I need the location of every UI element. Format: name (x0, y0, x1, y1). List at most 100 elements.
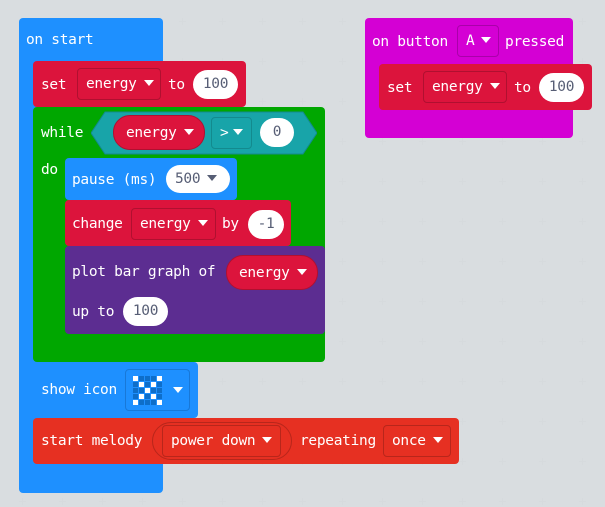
grid-cross (379, 258, 386, 265)
grid-cross (459, 178, 466, 185)
pause-value-dropdown[interactable]: 500 (166, 165, 230, 193)
led-off (139, 376, 144, 381)
grid-cross (419, 298, 426, 305)
button-variable-value: energy (432, 79, 483, 95)
dropdown-arrow-icon (489, 83, 500, 89)
dropdown-arrow-icon (233, 129, 244, 135)
led-off (139, 400, 144, 405)
button-value: A (466, 33, 475, 49)
variable-dropdown[interactable]: energy (77, 68, 161, 100)
led-on (133, 376, 138, 381)
grid-cross (259, 498, 266, 505)
led-off (145, 382, 150, 387)
do-keyword: do (41, 162, 58, 178)
on-button-prefix: on button (372, 34, 448, 50)
grid-cross (499, 498, 506, 505)
led-off (145, 394, 150, 399)
button-to-keyword: to (514, 80, 531, 96)
grid-cross (339, 218, 346, 225)
grid-cross (219, 18, 226, 25)
grid-cross (139, 498, 146, 505)
icon-dropdown[interactable] (125, 369, 190, 411)
grid-cross (499, 458, 506, 465)
set-value-input[interactable]: 100 (193, 70, 238, 99)
grid-cross (299, 498, 306, 505)
grid-cross (299, 58, 306, 65)
grid-cross (419, 498, 426, 505)
grid-cross (59, 498, 66, 505)
grid-cross (339, 298, 346, 305)
by-keyword: by (222, 216, 239, 232)
operator-dropdown[interactable]: > (211, 117, 252, 149)
up-to-label: up to (72, 304, 115, 320)
grid-cross (259, 18, 266, 25)
led-on (157, 376, 162, 381)
grid-cross (339, 18, 346, 25)
led-on (139, 394, 144, 399)
grid-cross (539, 458, 546, 465)
led-off (145, 400, 150, 405)
led-off (145, 376, 150, 381)
grid-cross (379, 378, 386, 385)
grid-cross (539, 498, 546, 505)
grid-cross (539, 378, 546, 385)
button-set-value-input[interactable]: 100 (539, 73, 584, 102)
grid-cross (499, 338, 506, 345)
change-value-input[interactable]: -1 (248, 210, 284, 239)
grid-cross (579, 418, 586, 425)
grid-cross (379, 338, 386, 345)
condition-variable-dropdown[interactable]: energy (113, 115, 205, 150)
grid-cross (339, 338, 346, 345)
dropdown-arrow-icon (183, 129, 194, 135)
grid-cross (379, 178, 386, 185)
while-keyword: while (41, 125, 84, 141)
led-on (157, 400, 162, 405)
grid-cross (459, 258, 466, 265)
led-off (151, 376, 156, 381)
grid-cross (579, 18, 586, 25)
plot-variable-dropdown[interactable]: energy (226, 255, 318, 290)
grid-cross (539, 138, 546, 145)
grid-cross (499, 218, 506, 225)
grid-cross (299, 98, 306, 105)
grid-cross (459, 138, 466, 145)
melody-dropdown[interactable]: power down (162, 425, 281, 457)
repeat-mode-dropdown[interactable]: once (383, 425, 451, 457)
grid-cross (379, 138, 386, 145)
dropdown-arrow-icon (481, 37, 492, 43)
grid-cross (379, 298, 386, 305)
grid-cross (459, 498, 466, 505)
led-off (133, 388, 138, 393)
pause-value: 500 (175, 171, 201, 187)
condition-right-input[interactable]: 0 (260, 118, 294, 147)
operator-value: > (220, 125, 229, 141)
grid-cross (579, 298, 586, 305)
start-melody-label: start melody (41, 433, 143, 449)
led-off (151, 388, 156, 393)
on-button-suffix: pressed (505, 34, 565, 50)
led-on (133, 400, 138, 405)
led-on (145, 388, 150, 393)
grid-cross (379, 498, 386, 505)
grid-cross (259, 378, 266, 385)
dropdown-arrow-icon (197, 220, 208, 226)
grid-cross (499, 138, 506, 145)
grid-cross (459, 458, 466, 465)
grid-cross (579, 178, 586, 185)
plot-variable-value: energy (239, 265, 290, 281)
grid-cross (339, 498, 346, 505)
button-variable-dropdown[interactable]: energy (423, 71, 507, 103)
grid-cross (579, 378, 586, 385)
button-dropdown[interactable]: A (457, 25, 499, 57)
grid-cross (339, 98, 346, 105)
grid-cross (339, 378, 346, 385)
led-off (157, 394, 162, 399)
grid-cross (499, 178, 506, 185)
change-variable-value: energy (140, 216, 191, 232)
grid-cross (579, 458, 586, 465)
grid-cross (339, 58, 346, 65)
change-variable-dropdown[interactable]: energy (131, 208, 216, 240)
plot-max-input[interactable]: 100 (123, 297, 168, 326)
button-set-keyword: set (387, 80, 413, 96)
dropdown-arrow-icon (207, 175, 218, 181)
